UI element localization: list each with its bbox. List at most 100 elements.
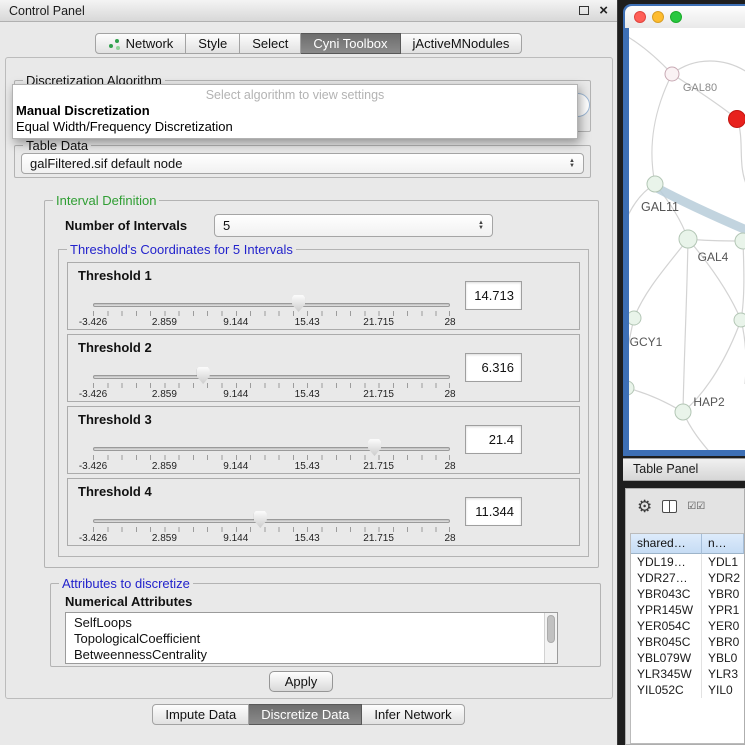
tick-label: -3.426 [79, 533, 107, 544]
threshold-slider[interactable]: -3.4262.8599.14415.4321.71528 [93, 505, 450, 545]
numerical-attributes-list: SelfLoopsTopologicalCoefficientBetweenne… [66, 613, 557, 663]
algorithm-option[interactable]: Manual Discretization [13, 103, 577, 119]
tick-label: 28 [444, 533, 455, 544]
threshold-slider[interactable]: -3.4262.8599.14415.4321.71528 [93, 361, 450, 401]
tick-label: 21.715 [363, 389, 394, 400]
slider-ticks [93, 383, 450, 388]
table-row[interactable]: YBR043CYBR0 [631, 586, 744, 602]
network-node[interactable] [735, 233, 745, 249]
slider-thumb[interactable] [254, 511, 267, 528]
tick-label: 2.859 [152, 389, 177, 400]
tab-label: Infer Network [374, 707, 451, 722]
threshold-value-field[interactable]: 11.344 [465, 497, 522, 526]
slider-tick-labels: -3.4262.8599.14415.4321.71528 [93, 461, 450, 473]
table-row[interactable]: YER054CYER0 [631, 618, 744, 634]
threshold-slider[interactable]: -3.4262.8599.14415.4321.71528 [93, 433, 450, 473]
node-label: HAP2 [693, 395, 725, 409]
attribute-item[interactable]: SelfLoops [66, 615, 543, 631]
network-canvas[interactable]: GAL80 GAL11 GAL4 GCY1 HAP2 [629, 28, 745, 450]
number-of-intervals-value: 5 [223, 218, 230, 233]
table-toolbar: ⚙ ☑☑ [626, 489, 744, 523]
tab-label: Discretize Data [261, 707, 349, 722]
tab-discretize-data[interactable]: Discretize Data [249, 704, 362, 725]
table-row[interactable]: YPR145WYPR1 [631, 602, 744, 618]
slider-track[interactable] [93, 519, 450, 523]
table-row[interactable]: YLR345WYLR3 [631, 666, 744, 682]
tab-cyni-toolbox[interactable]: Cyni Toolbox [301, 33, 400, 54]
column-header[interactable]: shared… [631, 534, 702, 554]
tab-style[interactable]: Style [186, 33, 240, 54]
close-traffic-light-icon[interactable] [634, 11, 646, 23]
slider-track[interactable] [93, 303, 450, 307]
table-cell: YBR0 [702, 586, 744, 602]
network-node[interactable] [665, 67, 679, 81]
table-cell: YER054C [631, 618, 702, 634]
threshold-value-field[interactable]: 6.316 [465, 353, 522, 382]
attributes-group: Attributes to discretize Numerical Attri… [50, 583, 601, 667]
slider-ticks [93, 455, 450, 460]
tab-network[interactable]: Network [95, 33, 187, 54]
group-title: Interval Definition [53, 193, 159, 208]
scrollbar-thumb[interactable] [547, 615, 555, 643]
apply-button[interactable]: Apply [269, 671, 333, 692]
network-node[interactable] [679, 230, 697, 248]
list-scrollbar[interactable] [544, 613, 557, 663]
table-row[interactable]: YDR27…YDR2 [631, 570, 744, 586]
tick-label: 2.859 [152, 533, 177, 544]
table-cell: YDR2 [702, 570, 744, 586]
table-cell: YLR345W [631, 666, 702, 682]
attribute-item[interactable]: BetweennessCentrality [66, 647, 543, 663]
network-window-titlebar [625, 6, 745, 28]
algorithm-option[interactable]: Equal Width/Frequency Discretization [13, 119, 577, 135]
select-columns-icon[interactable]: ☑☑ [687, 501, 705, 512]
minimize-traffic-light-icon[interactable] [652, 11, 664, 23]
table-cell: YER0 [702, 618, 744, 634]
network-node[interactable] [629, 381, 634, 395]
slider-track[interactable] [93, 447, 450, 451]
columns-icon[interactable] [662, 500, 677, 513]
threshold-value-field[interactable]: 21.4 [465, 425, 522, 454]
slider-thumb[interactable] [292, 295, 305, 312]
network-node[interactable] [647, 176, 663, 192]
control-panel-window: Control Panel × Network Style SelectCyni T… [0, 0, 618, 745]
threshold-value-field[interactable]: 14.713 [465, 281, 522, 310]
numerical-attributes-listbox: SelfLoopsTopologicalCoefficientBetweenne… [65, 612, 558, 664]
table-data-group: Table Data galFiltered.sif default node … [14, 145, 591, 178]
threshold-slider[interactable]: -3.4262.8599.14415.4321.71528 [93, 289, 450, 329]
slider-track[interactable] [93, 375, 450, 379]
control-panel-titlebar: Control Panel × [0, 0, 617, 22]
tab-label: jActiveMNodules [413, 36, 510, 51]
group-title: Threshold's Coordinates for 5 Intervals [67, 242, 296, 257]
table-row[interactable]: YIL052CYIL0 [631, 682, 744, 698]
network-node[interactable] [675, 404, 691, 420]
network-node[interactable] [734, 313, 745, 327]
tab-label: Network [126, 36, 174, 51]
number-of-intervals-select[interactable]: 5 ▲▼ [214, 214, 493, 237]
tab-jactivemnodules[interactable]: jActiveMNodules [401, 33, 523, 54]
threshold-panel: Threshold 4-3.4262.8599.14415.4321.71528… [67, 478, 580, 546]
zoom-traffic-light-icon[interactable] [670, 11, 682, 23]
tab-label: Style [198, 36, 227, 51]
table-cell: YIL052C [631, 682, 702, 698]
tick-label: 21.715 [363, 533, 394, 544]
table-row[interactable]: YBL079WYBL0 [631, 650, 744, 666]
tab-impute-data[interactable]: Impute Data [152, 704, 249, 725]
close-icon[interactable]: × [599, 6, 608, 16]
algorithm-popup-prompt: Select algorithm to view settings [13, 87, 577, 103]
network-node[interactable] [629, 311, 641, 325]
table-data-select[interactable]: galFiltered.sif default node ▲▼ [21, 153, 584, 174]
tab-infer-network[interactable]: Infer Network [362, 704, 464, 725]
slider-thumb[interactable] [368, 439, 381, 456]
table-header-row: shared… n… [631, 534, 744, 554]
tab-select[interactable]: Select [240, 33, 301, 54]
thresholds-group: Threshold's Coordinates for 5 Intervals … [58, 249, 589, 557]
table-row[interactable]: YBR045CYBR0 [631, 634, 744, 650]
float-window-icon[interactable] [579, 6, 589, 15]
column-header[interactable]: n… [702, 534, 744, 554]
table-row[interactable]: YDL19…YDL1 [631, 554, 744, 570]
attribute-item[interactable]: TopologicalCoefficient [66, 631, 543, 647]
slider-thumb[interactable] [197, 367, 210, 384]
network-node-highlighted[interactable] [729, 111, 745, 128]
table-cell: YPR1 [702, 602, 744, 618]
gear-icon[interactable]: ⚙ [637, 498, 652, 515]
